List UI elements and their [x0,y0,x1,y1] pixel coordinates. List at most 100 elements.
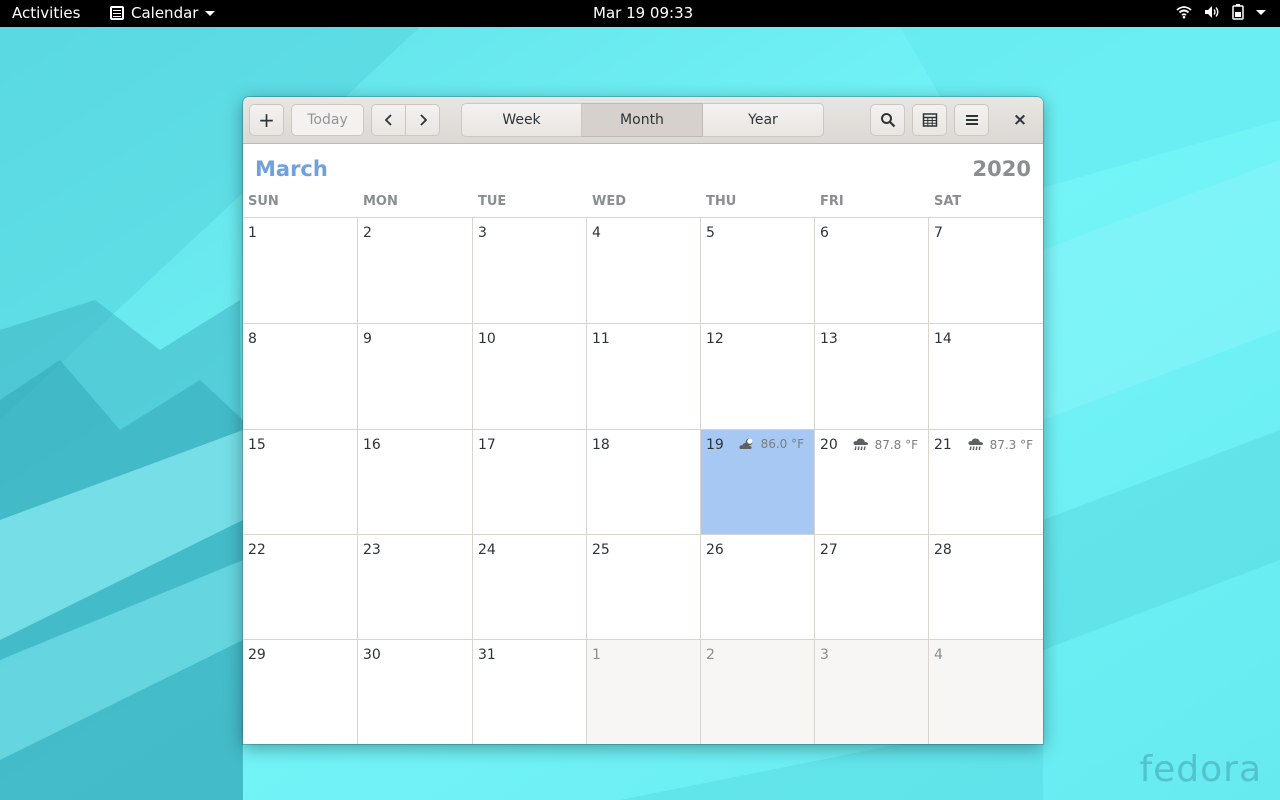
day-cell[interactable]: 29 [243,640,358,744]
activities-button[interactable]: Activities [12,4,80,22]
day-cell[interactable]: 25 [587,535,701,640]
search-button[interactable] [870,104,905,136]
day-cell[interactable]: 2 [358,218,473,324]
day-cell-today[interactable]: 19 86.0 °F [701,430,815,535]
weekday-header-row: SUN MON TUE WED THU FRI SAT [243,194,1043,217]
clock-button[interactable]: Mar 19 09:33 [593,4,693,22]
day-cell[interactable]: 23 [358,535,473,640]
day-number: 4 [934,647,943,663]
day-cell[interactable]: 1 [243,218,358,324]
day-cell[interactable]: 6 [815,218,929,324]
day-number: 25 [592,542,610,558]
day-cell[interactable]: 18 [587,430,701,535]
day-cell[interactable]: 2 [701,640,815,744]
day-cell[interactable]: 24 [473,535,587,640]
day-number: 8 [248,331,257,347]
day-number: 7 [934,225,943,241]
month-title: March [255,157,328,181]
day-number: 2 [706,647,715,663]
app-menu[interactable]: Calendar [110,4,216,22]
day-number: 15 [248,437,266,453]
day-number: 28 [934,542,952,558]
year-title: 2020 [972,157,1031,181]
chevron-left-icon [384,114,392,126]
day-cell[interactable]: 8 [243,324,358,430]
day-number: 21 [934,437,952,453]
day-cell[interactable]: 5 [701,218,815,324]
new-event-button[interactable]: + [249,104,284,136]
day-number: 16 [363,437,381,453]
day-cell[interactable]: 21 87.3 °F [929,430,1043,535]
weekday-label: MON [363,194,398,209]
next-month-button[interactable] [405,104,440,136]
hamburger-menu-icon [965,115,978,125]
day-cell[interactable]: 17 [473,430,587,535]
day-number: 18 [592,437,610,453]
top-bar: Activities Calendar Mar 19 09:33 [0,0,1280,27]
weekday-label: FRI [820,194,844,209]
weekday-label: SAT [934,194,962,209]
day-cell[interactable]: 14 [929,324,1043,430]
partly-cloudy-night-icon [738,437,756,451]
day-number: 3 [820,647,829,663]
day-cell[interactable]: 7 [929,218,1043,324]
day-cell[interactable]: 30 [358,640,473,744]
day-cell[interactable]: 3 [815,640,929,744]
previous-month-button[interactable] [371,104,406,136]
calendar-list-button[interactable] [912,104,947,136]
today-button[interactable]: Today [291,104,364,136]
weather-forecast: 87.8 °F [852,437,918,452]
day-cell[interactable]: 28 [929,535,1043,640]
close-button[interactable]: × [1003,104,1037,136]
day-cell[interactable]: 13 [815,324,929,430]
day-cell[interactable]: 15 [243,430,358,535]
weather-forecast: 87.3 °F [967,437,1033,452]
header-bar: + Today Week Month Year × [243,97,1043,144]
day-number: 29 [248,647,266,663]
weather-temperature: 87.8 °F [874,437,918,452]
day-number: 26 [706,542,724,558]
day-cell[interactable]: 9 [358,324,473,430]
fedora-logo: fedora [1139,749,1262,790]
weather-temperature: 87.3 °F [989,437,1033,452]
day-number: 12 [706,331,724,347]
day-cell[interactable]: 4 [587,218,701,324]
day-cell[interactable]: 26 [701,535,815,640]
tab-week[interactable]: Week [461,103,582,137]
calendar-window: + Today Week Month Year × March 2020 SUN… [243,97,1043,744]
system-status-area[interactable] [1176,4,1266,20]
day-cell[interactable]: 20 87.8 °F [815,430,929,535]
menu-button[interactable] [954,104,989,136]
day-number: 5 [706,225,715,241]
day-cell[interactable]: 4 [929,640,1043,744]
day-number: 19 [706,437,724,453]
day-cell[interactable]: 22 [243,535,358,640]
day-number: 30 [363,647,381,663]
day-number: 23 [363,542,381,558]
view-switcher: Week Month Year [461,103,824,137]
day-number: 1 [592,647,601,663]
day-cell[interactable]: 1 [587,640,701,744]
day-number: 22 [248,542,266,558]
day-number: 20 [820,437,838,453]
weather-forecast: 86.0 °F [738,437,804,451]
month-grid: 1 2 3 4 5 6 7 8 9 10 11 12 13 14 15 16 17 18 19 86.0 °F 20 87… [243,217,1043,744]
day-number: 31 [478,647,496,663]
tab-year[interactable]: Year [703,103,824,137]
day-cell[interactable]: 10 [473,324,587,430]
day-cell[interactable]: 12 [701,324,815,430]
day-cell[interactable]: 11 [587,324,701,430]
day-number: 11 [592,331,610,347]
day-cell[interactable]: 16 [358,430,473,535]
day-cell[interactable]: 3 [473,218,587,324]
search-icon [880,113,895,128]
day-number: 1 [248,225,257,241]
day-number: 2 [363,225,372,241]
tab-month[interactable]: Month [582,103,703,137]
volume-icon [1205,6,1219,18]
day-cell[interactable]: 27 [815,535,929,640]
system-menu-caret-icon [1256,9,1266,15]
day-cell[interactable]: 31 [473,640,587,744]
wifi-icon [1176,6,1192,19]
weekday-label: TUE [478,194,507,209]
